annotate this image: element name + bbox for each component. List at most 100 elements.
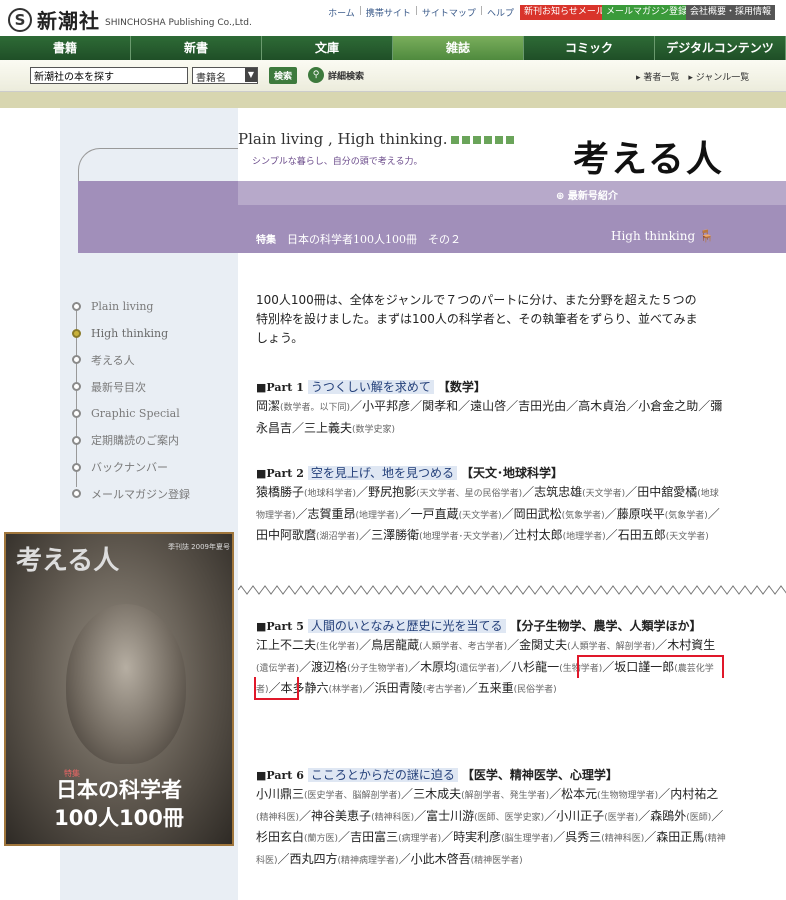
bullet-icon <box>72 355 81 365</box>
nav-magazine[interactable]: 雑誌 <box>393 36 524 60</box>
bullet-icon <box>72 301 81 311</box>
cover-logo: 考える人 <box>16 546 120 576</box>
scientist-role: (天文学者) <box>458 510 502 521</box>
scientist-role: (天文学者) <box>582 489 626 499</box>
scientist-name: 岡田武松 <box>513 506 562 521</box>
leftnav-latest-contents[interactable]: 最新号目次 <box>72 373 190 400</box>
scientist-role: (脳生理学者) <box>501 834 554 844</box>
leftnav-high-thinking[interactable]: High thinking <box>72 320 190 347</box>
scientist-name: 吉田光由 <box>518 399 567 413</box>
scientist-name: 高木貞治 <box>578 399 627 413</box>
new-release-mail-button[interactable]: 新刊お知らせメール <box>520 5 609 20</box>
part-number: ■Part 5 <box>256 620 304 633</box>
part-number: ■Part 6 <box>256 769 304 782</box>
chevron-down-icon: ▼ <box>245 68 257 82</box>
scientist-name: 田中阿歌麿 <box>256 528 317 542</box>
nav-books[interactable]: 書籍 <box>0 36 131 60</box>
author-genre-links[interactable]: ▸ 著者一覧 ▸ ジャンル一覧 <box>636 70 749 83</box>
mail-magazine-button[interactable]: メールマガジン登録 <box>602 5 692 20</box>
cover-issue: 季刊誌 2009年夏号 <box>167 543 230 551</box>
scientist-role: (医師、医学史家) <box>474 812 545 823</box>
cover-portrait <box>66 604 186 764</box>
scientist-name: 猿橋勝子 <box>256 485 305 499</box>
site-logo[interactable]: S 新潮社 SHINCHOSHA Publishing Co.,Ltd. <box>8 5 252 34</box>
scientist-role: (気象学者) <box>664 510 708 521</box>
scientist-name: 渡辺格 <box>311 659 348 674</box>
util-link-mobile[interactable]: 携帯サイト <box>366 6 411 19</box>
scientist-name: 五来重 <box>477 681 514 695</box>
cover-title-line1: 日本の科学者 <box>56 778 182 802</box>
scientist-role: (蘭方医) <box>304 834 339 844</box>
scientist-name: 志賀重昂 <box>307 506 356 521</box>
feature-title: 特集 日本の科学者100人100冊 その２ <box>256 231 461 247</box>
scientist-role: (精神科医) <box>256 812 300 823</box>
scientist-role: (地理学者) <box>562 532 606 542</box>
nav-digital[interactable]: デジタルコンテンツ <box>655 36 786 60</box>
scientist-name: 木原均 <box>420 659 457 674</box>
scientist-role: (精神病理学者) <box>337 855 399 866</box>
scientist-name: 石田五郎 <box>617 528 666 542</box>
magazine-cover[interactable]: 考える人 季刊誌 2009年夏号 特集 日本の科学者 100人100冊 <box>4 532 234 846</box>
scientist-name: 関孝和 <box>422 399 459 413</box>
scientist-name: 岡潔 <box>256 399 281 413</box>
latest-issue-link[interactable]: ⊕ 最新号紹介 <box>556 187 618 202</box>
scientist-name: 杉田玄白 <box>256 830 305 844</box>
bullet-icon <box>72 435 81 445</box>
leftnav-kangaeruhito[interactable]: 考える人 <box>72 347 190 374</box>
part-body: 小川鼎三(医史学者、脳解剖学者)／三木成夫(解剖学者、発生学者)／松本元(生物物… <box>256 787 726 866</box>
nav-shinsho[interactable]: 新書 <box>131 36 262 60</box>
advanced-search-link[interactable]: 詳細検索 <box>328 69 364 82</box>
scientist-role: (病理学者) <box>398 834 442 844</box>
scientist-role: (天文学者) <box>665 532 709 542</box>
magnifier-icon[interactable]: ⚲ <box>308 67 324 83</box>
scientist-name: 田中舘愛橘 <box>637 485 698 499</box>
leftnav-graphic-special[interactable]: Graphic Special <box>72 400 190 427</box>
scientist-name: 小川鼎三 <box>256 787 305 801</box>
leftnav-mail-magazine[interactable]: メールマガジン登録 <box>72 481 190 508</box>
intro-text: 100人100冊は、全体をジャンルで７つのパートに分け、また分野を超えた５つの特… <box>256 293 698 345</box>
leftnav-plain-living[interactable]: Plain living <box>72 293 190 320</box>
scientist-name: 小平邦彦 <box>362 399 411 413</box>
bullet-icon <box>72 489 81 499</box>
chair-icon: 🪑 <box>699 229 714 243</box>
highlight-box-bottom <box>254 677 299 700</box>
scientist-name: 木村資生 <box>667 638 716 652</box>
company-info-button[interactable]: 会社概要・採用情報 <box>686 5 776 20</box>
util-link-sitemap[interactable]: サイトマップ <box>422 6 476 19</box>
leftnav-label: Plain living <box>91 299 154 313</box>
search-button[interactable]: 検索 <box>269 67 298 84</box>
part-title: こころとからだの謎に迫る <box>307 768 458 782</box>
left-nav: Plain living High thinking 考える人 最新号目次 Gr… <box>72 293 190 507</box>
scientist-role: (遺伝学者) <box>456 663 500 674</box>
nav-comic[interactable]: コミック <box>524 36 655 60</box>
util-link-help[interactable]: ヘルプ <box>487 6 514 19</box>
scientist-name: 野尻抱影 <box>368 485 417 499</box>
search-input[interactable] <box>30 67 188 84</box>
scientist-name: 志筑忠雄 <box>534 485 583 499</box>
leftnav-label: Graphic Special <box>91 407 180 421</box>
green-dots <box>451 136 514 144</box>
scientist-name: 神谷美恵子 <box>311 808 372 823</box>
nav-bunko[interactable]: 文庫 <box>262 36 393 60</box>
scientist-role: (林学者) <box>328 685 363 695</box>
feature-banner-top <box>238 181 786 205</box>
util-link-home[interactable]: ホーム <box>328 6 355 19</box>
scientist-role: (精神科医) <box>371 812 415 823</box>
leftnav-back-numbers[interactable]: バックナンバー <box>72 454 190 481</box>
zigzag-divider <box>238 585 786 595</box>
scientist-role: (地理学者･天文学者) <box>419 532 503 542</box>
search-type-select[interactable]: 書籍名 ▼ <box>192 67 258 84</box>
scientist-name: 森鴎外 <box>650 808 687 823</box>
scientist-role: (遺伝学者) <box>256 663 300 674</box>
magazine-brand[interactable]: 考える人 <box>573 130 724 182</box>
scientist-name: 浜田青陵 <box>374 681 423 695</box>
tagline-jp: シンプルな暮らし、自分の頭で考える力。 <box>252 157 423 167</box>
feature-title-text: 日本の科学者100人100冊 その２ <box>287 233 461 246</box>
logo-mark-icon: S <box>8 7 32 32</box>
scientist-role: (精神医学者) <box>470 855 523 866</box>
part-2: ■Part 2 空を見上げ、地を見つめる 【天文･地球科学】 猿橋勝子(地球科学者)… <box>256 464 726 548</box>
leftnav-subscription[interactable]: 定期購読のご案内 <box>72 427 190 454</box>
leftnav-label: High thinking <box>91 326 169 340</box>
scientist-role: (地球科学者) <box>304 489 357 499</box>
header-band <box>0 92 786 108</box>
